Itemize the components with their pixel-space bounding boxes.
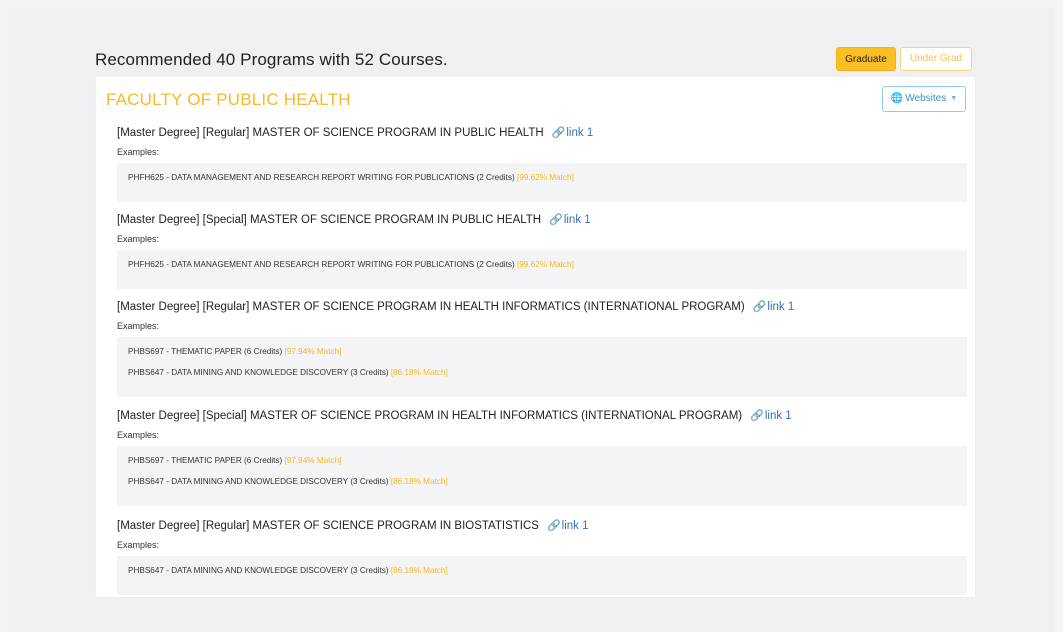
examples-box: PHBS647 - DATA MINING AND KNOWLEDGE DISC… [117, 556, 967, 595]
faculty-card: FACULTY OF PUBLIC HEALTH 🌐 Websites ▼ [Mas… [95, 76, 976, 598]
examples-box: PHBS697 - THEMATIC PAPER (6 Credits) [97… [117, 446, 967, 506]
faculty-title: FACULTY OF PUBLIC HEALTH [106, 90, 351, 109]
websites-dropdown-button[interactable]: 🌐 Websites ▼ [882, 86, 966, 112]
examples-label: Examples: [117, 321, 160, 331]
program-link[interactable]: 🔗link 1 [753, 301, 795, 313]
program-item: [Master Degree] [Regular] MASTER OF SCIE… [117, 518, 969, 595]
examples-label: Examples: [117, 540, 160, 550]
link-icon: 🔗 [750, 410, 764, 422]
websites-label: Websites [905, 93, 947, 104]
match-score: [86.18% Match] [390, 368, 448, 377]
program-item: [Master Degree] [Regular] MASTER OF SCIE… [117, 125, 969, 202]
link-icon: 🔗 [551, 127, 566, 139]
examples-box: PHFH625 - DATA MANAGEMENT AND RESEARCH R… [117, 250, 967, 289]
program-title: [Master Degree] [Special] MASTER OF SCIE… [117, 214, 542, 226]
course-item: PHBS647 - DATA MINING AND KNOWLEDGE DISC… [128, 566, 448, 575]
page-title: Recommended 40 Programs with 52 Courses. [95, 50, 448, 69]
match-score: [97.94% Match] [284, 347, 342, 356]
globe-icon: 🌐 [890, 93, 904, 104]
examples-box: PHBS697 - THEMATIC PAPER (6 Credits) [97… [117, 337, 967, 397]
program-title: [Master Degree] [Regular] MASTER OF SCIE… [117, 520, 539, 532]
match-score: [99.62% Match] [516, 173, 574, 182]
link-icon: 🔗 [752, 301, 767, 313]
examples-label: Examples: [117, 234, 160, 244]
graduate-button[interactable]: Graduate [836, 47, 896, 71]
program-item: [Master Degree] [Regular] MASTER OF SCIE… [117, 299, 969, 397]
program-link[interactable]: 🔗link 1 [547, 520, 589, 532]
examples-label: Examples: [117, 430, 160, 440]
examples-label: Examples: [117, 147, 160, 157]
program-item: [Master Degree] [Special] MASTER OF SCIE… [117, 212, 969, 289]
program-link[interactable]: 🔗link 1 [750, 410, 792, 422]
program-title-row: [Master Degree] [Special] MASTER OF SCIE… [117, 408, 969, 424]
match-score: [86.18% Match] [390, 477, 448, 486]
course-item: PHFH625 - DATA MANAGEMENT AND RESEARCH R… [128, 260, 574, 269]
course-item: PHFH625 - DATA MANAGEMENT AND RESEARCH R… [128, 173, 574, 182]
program-title: [Master Degree] [Special] MASTER OF SCIE… [117, 410, 743, 422]
program-title-row: [Master Degree] [Special] MASTER OF SCIE… [117, 212, 969, 228]
match-score: [99.62% Match] [516, 260, 574, 269]
program-link[interactable]: 🔗link 1 [549, 214, 591, 226]
program-title-row: [Master Degree] [Regular] MASTER OF SCIE… [117, 125, 969, 141]
program-link[interactable]: 🔗link 1 [552, 127, 594, 139]
results-header: Recommended 40 Programs with 52 Courses.… [95, 46, 975, 74]
program-title-row: [Master Degree] [Regular] MASTER OF SCIE… [117, 518, 969, 534]
program-title: [Master Degree] [Regular] MASTER OF SCIE… [117, 301, 745, 313]
link-icon: 🔗 [549, 214, 563, 226]
program-title: [Master Degree] [Regular] MASTER OF SCIE… [117, 127, 544, 139]
course-item: PHBS697 - THEMATIC PAPER (6 Credits) [97… [128, 456, 342, 465]
caret-down-icon: ▼ [950, 95, 958, 102]
link-icon: 🔗 [546, 520, 561, 532]
course-item: PHBS647 - DATA MINING AND KNOWLEDGE DISC… [128, 477, 448, 486]
examples-box: PHFH625 - DATA MANAGEMENT AND RESEARCH R… [117, 163, 967, 202]
match-score: [97.94% Match] [284, 456, 342, 465]
program-item: [Master Degree] [Special] MASTER OF SCIE… [117, 408, 969, 506]
course-item: PHBS647 - DATA MINING AND KNOWLEDGE DISC… [128, 368, 448, 377]
course-item: PHBS697 - THEMATIC PAPER (6 Credits) [97… [128, 347, 342, 356]
program-title-row: [Master Degree] [Regular] MASTER OF SCIE… [117, 299, 969, 315]
match-score: [86.18% Match] [390, 566, 448, 575]
undergrad-button[interactable]: Under Grad [900, 47, 972, 71]
